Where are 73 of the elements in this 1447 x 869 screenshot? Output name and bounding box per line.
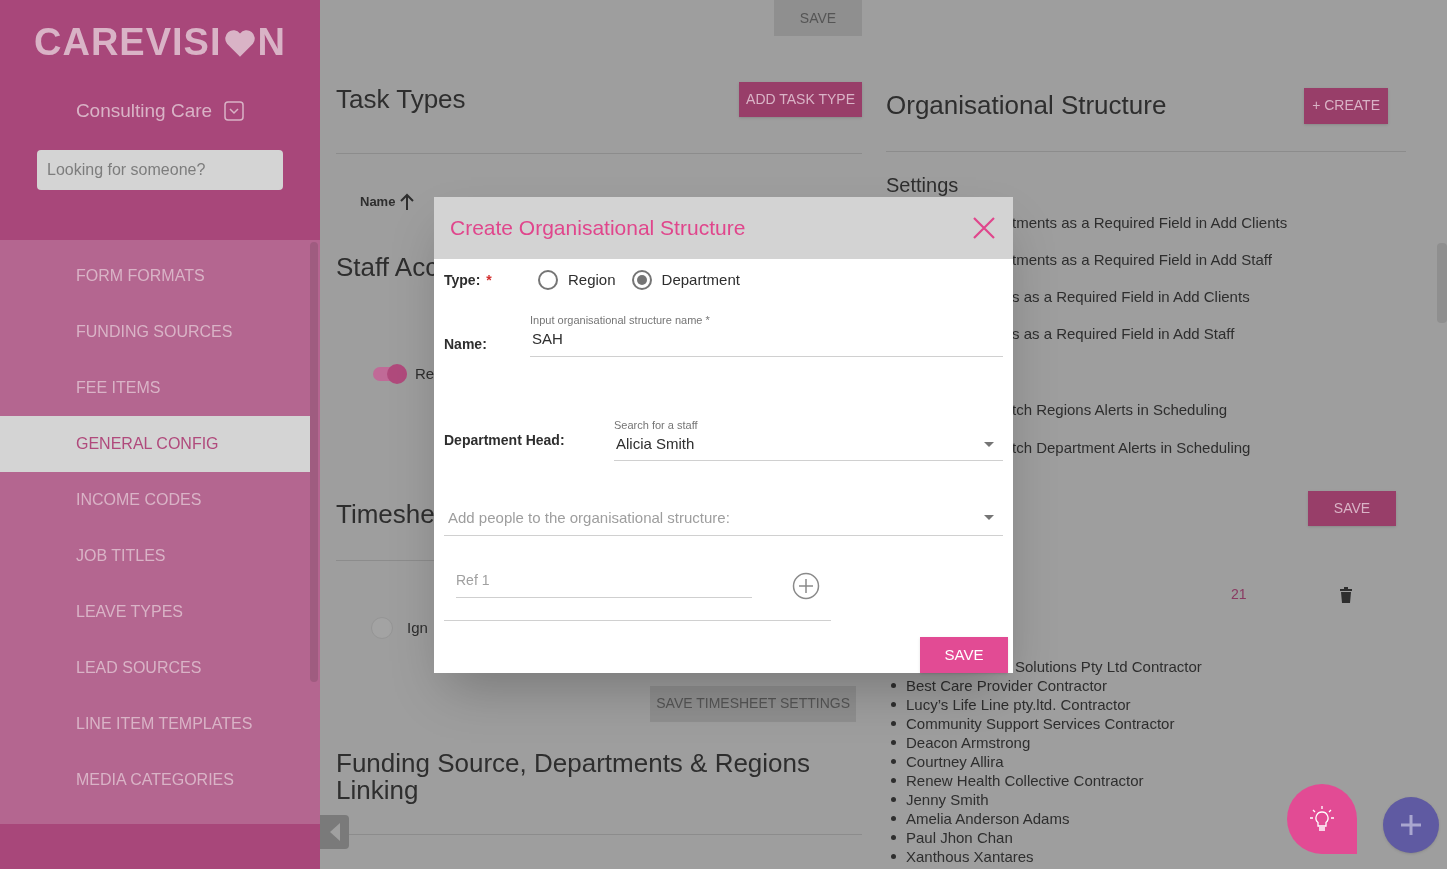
radio-label: Region [568,270,616,290]
list-item: Community Support Services Contractor [886,714,1175,733]
organisation-selector[interactable]: Consulting Care [75,97,245,126]
setting-label: s as a Required Field in Add Staff [1012,324,1236,344]
required-mark: * [486,270,492,290]
lightbulb-icon [1309,805,1335,833]
setting-label: tch Department Alerts in Scheduling [1012,438,1252,458]
plus-circle-icon [792,572,820,600]
list-item: Renew Health Collective Contractor [886,771,1144,790]
toggle-switch[interactable] [373,366,407,381]
list-item: Lucy’s Life Line pty.ltd. Contractor [886,695,1131,714]
setting-label: tch Regions Alerts in Scheduling [1012,400,1229,420]
close-icon [973,217,995,239]
add-button[interactable] [1383,797,1439,853]
setting-label: s as a Required Field in Add Clients [1012,287,1251,307]
section-title: Funding Source, Departments & Regions Linking [336,749,812,804]
dialog-title: Create Organisational Structure [450,215,746,242]
menu-item[interactable]: FUNDING SOURCES [0,304,310,360]
menu-item[interactable]: INCOME CODES [0,472,310,528]
name-field[interactable]: Input organisational structure name * SAH [530,311,1003,357]
caret-left-icon [328,822,341,842]
staff-select[interactable]: Search for a staff Alicia Smith [614,416,1003,461]
radio-button[interactable] [538,270,558,291]
search-field[interactable]: Looking for someone? [37,149,283,190]
ref-field[interactable]: Ref 1 [456,564,752,598]
menu-item[interactable]: FEE ITEMS [0,360,310,416]
setting-label: tments as a Required Field in Add Staff [1012,250,1273,270]
menu-item[interactable]: LEAVE TYPES [0,584,310,640]
toggle-label: Re [415,363,435,384]
list-item: Courtney Allira [886,752,1004,771]
list-item: Paul Jhon Chan [886,828,1013,847]
section-title: Timeshe [336,498,435,531]
menu-item[interactable]: LEAD SOURCES [0,640,310,696]
field-label: Name: [444,334,488,354]
subsection-title: Settings [886,173,960,198]
section-title: Organisational Structure [886,89,1167,122]
scrollbar[interactable] [310,242,318,682]
heart-icon [222,27,257,58]
chevron-down-icon [224,101,245,122]
menu-item[interactable]: FORM FORMATS [0,248,310,304]
trash-icon[interactable] [1338,585,1353,604]
create-button[interactable]: + CREATE [1304,87,1388,124]
save-button[interactable]: SAVE [920,637,1008,673]
dropdown-caret-icon [983,514,995,522]
radio-button[interactable] [631,270,652,291]
list-item: Deacon Armstrong [886,733,1031,752]
radio-label: Department [661,270,740,290]
save-button[interactable]: SAVE [1308,491,1396,526]
radio-label: Ign [407,618,428,638]
add-task-type-button[interactable]: ADD TASK TYPE [739,82,862,117]
list-item: Xanthous Xantares [886,847,1034,866]
people-select[interactable]: Add people to the organisational structure: [444,506,1003,536]
field-label: Type: [444,270,481,290]
field-label: Department Head: [444,430,566,450]
list-item: Best Care Provider Contractor [886,676,1107,695]
menu-item[interactable]: JOB TITLES [0,528,310,584]
list-item: Solutions Pty Ltd Contractor [1015,657,1202,676]
section-title: Task Types [336,83,466,116]
sort-ascending-icon [399,192,416,211]
dropdown-caret-icon [983,440,995,448]
collapse-sidebar-button[interactable] [320,815,349,849]
setting-label: tments as a Required Field in Add Clients [1012,213,1289,233]
add-ref-button[interactable] [792,572,820,600]
count-text: 21 [1231,585,1247,604]
menu-item[interactable]: GENERAL CONFIG [0,416,310,472]
list-item: Jenny Smith [886,790,989,809]
menu-item[interactable]: MEDIA CATEGORIES [0,752,310,808]
close-button[interactable] [973,217,995,239]
column-header[interactable]: Name [360,192,396,212]
plus-icon [1399,813,1423,837]
list-item: Amelia Anderson Adams [886,809,1070,828]
logo: CAREVISI N [34,20,286,65]
menu-item[interactable]: LINE ITEM TEMPLATES [0,696,310,752]
